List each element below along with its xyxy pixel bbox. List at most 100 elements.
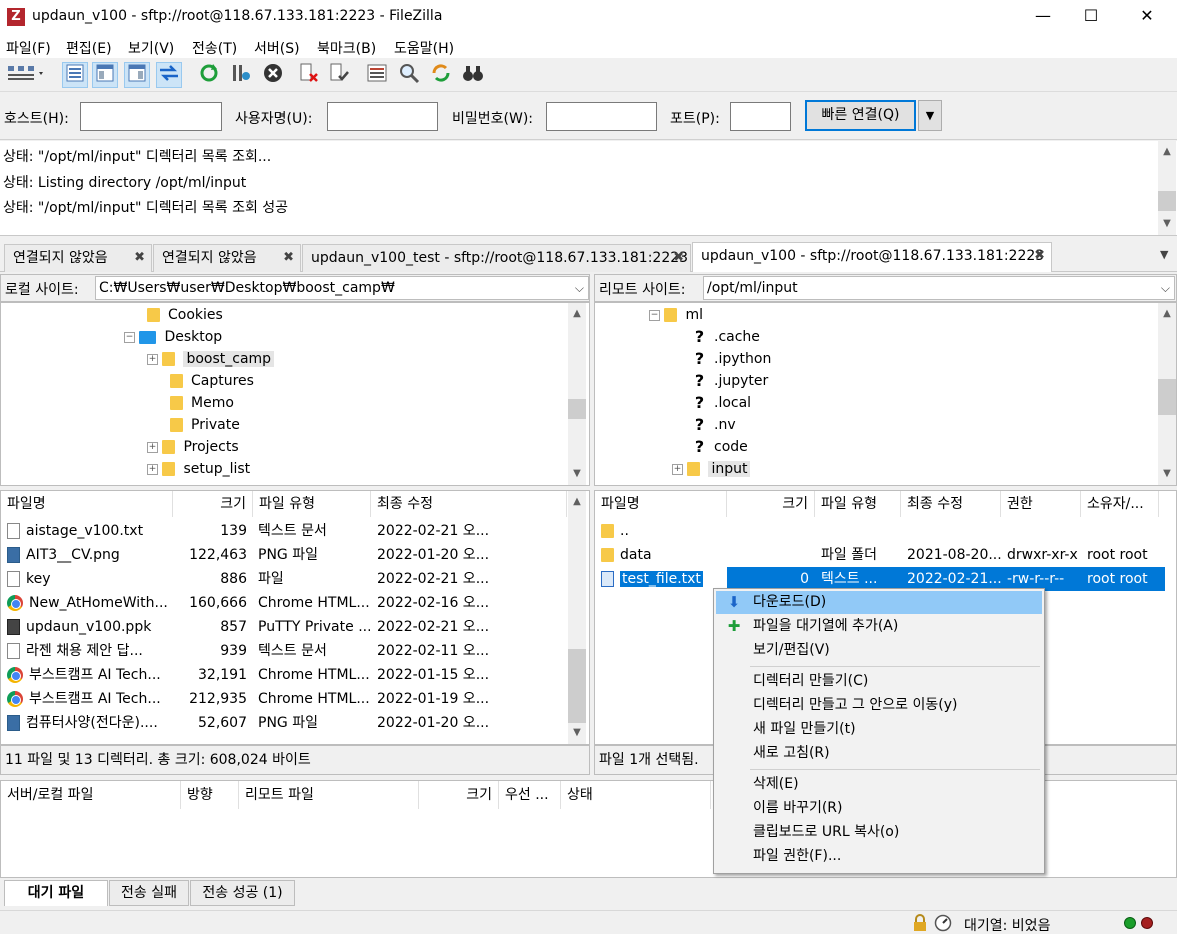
context-menu-item[interactable]: 디렉터리 만들고 그 안으로 이동(y) — [716, 694, 1042, 717]
expand-icon[interactable]: + — [672, 463, 683, 475]
close-icon[interactable]: ✖ — [673, 245, 684, 271]
directory-filter-icon[interactable] — [364, 62, 390, 88]
quickconnect-button[interactable]: 빠른 연결(Q) — [805, 100, 916, 131]
table-row[interactable]: 부스트캠프 AI Tech... 32,191 Chrome HTML... 2022… — [1, 663, 567, 687]
table-row[interactable]: 라젠 채용 제안 답... 939 텍스트 문서 2022-02-11 오... — [1, 639, 567, 663]
close-icon[interactable]: ✖ — [1034, 243, 1045, 269]
chevron-down-icon[interactable]: ⌵ — [1161, 277, 1170, 299]
disconnect-icon[interactable] — [296, 62, 322, 88]
chevron-down-icon[interactable]: ⌵ — [575, 277, 584, 299]
tree-item[interactable]: Private — [170, 414, 240, 436]
menu-server[interactable]: 서버(S) — [254, 38, 300, 58]
queue-header-status[interactable]: 상태 — [561, 781, 711, 809]
scroll-down-arrow[interactable]: ▼ — [1158, 215, 1176, 233]
table-row[interactable]: 부스트캠프 AI Tech... 212,935 Chrome HTML... 202… — [1, 687, 567, 711]
table-row[interactable]: 컴퓨터사양(전다운).... 52,607 PNG 파일 2022-01-20 오..… — [1, 711, 567, 735]
context-menu-item[interactable]: 클립보드로 URL 복사(o) — [716, 821, 1042, 844]
tree-item[interactable]: Captures — [170, 370, 254, 392]
scroll-thumb[interactable] — [568, 649, 586, 723]
cancel-icon[interactable] — [260, 62, 286, 88]
scroll-down-arrow[interactable]: ▼ — [568, 724, 586, 742]
scroll-thumb[interactable] — [568, 399, 586, 419]
tree-item[interactable]: − ml — [649, 304, 703, 326]
collapse-icon[interactable]: − — [649, 309, 660, 321]
toggle-queue-icon[interactable] — [156, 62, 182, 88]
tree-item[interactable]: ? .cache — [693, 326, 760, 348]
tab-list-dropdown-icon[interactable]: ▼ — [1160, 248, 1168, 261]
speed-limit-icon[interactable] — [934, 914, 952, 932]
column-header-type[interactable]: 파일 유형 — [253, 491, 371, 517]
menu-file[interactable]: 파일(F) — [6, 38, 51, 58]
queue-header-remote-file[interactable]: 리모트 파일 — [239, 781, 419, 809]
log-scrollbar[interactable]: ▲ ▼ — [1158, 141, 1176, 235]
column-header-permissions[interactable]: 권한 — [1001, 491, 1081, 517]
toggle-local-tree-icon[interactable] — [92, 62, 118, 88]
tab-failed-transfers[interactable]: 전송 실패 — [109, 880, 189, 906]
expand-icon[interactable]: + — [147, 441, 158, 453]
site-manager-icon[interactable] — [4, 62, 48, 88]
expand-icon[interactable]: + — [147, 463, 158, 475]
remote-tree-scrollbar[interactable]: ▲ ▼ — [1158, 303, 1176, 485]
search-icon[interactable] — [396, 62, 422, 88]
scroll-up-arrow[interactable]: ▲ — [568, 493, 586, 511]
menu-help[interactable]: 도움말(H) — [394, 38, 454, 58]
queue-header-size[interactable]: 크기 — [419, 781, 499, 809]
table-row[interactable]: updaun_v100.ppk 857 PuTTY Private ... 2022-… — [1, 615, 567, 639]
context-menu-item[interactable]: 삭제(E) — [716, 773, 1042, 796]
queue-header-priority[interactable]: 우선 ... — [499, 781, 561, 809]
tree-item[interactable]: − Desktop — [124, 326, 222, 348]
tree-item[interactable]: Cookies — [147, 304, 223, 326]
tree-item[interactable]: ? .ipython — [693, 348, 771, 370]
toggle-log-icon[interactable] — [62, 62, 88, 88]
reconnect-icon[interactable] — [326, 62, 352, 88]
column-header-name[interactable]: 파일명 — [1, 491, 173, 517]
binoculars-icon[interactable] — [460, 62, 486, 88]
column-header-type[interactable]: 파일 유형 — [815, 491, 901, 517]
column-header-modified[interactable]: 최종 수정 — [901, 491, 1001, 517]
column-header-modified[interactable]: 최종 수정 — [371, 491, 567, 517]
expand-icon[interactable]: + — [147, 353, 158, 365]
maximize-button[interactable]: ☐ — [1068, 0, 1114, 32]
host-input[interactable] — [80, 102, 222, 131]
table-row[interactable]: aistage_v100.txt 139 텍스트 문서 2022-02-21 오... — [1, 519, 567, 543]
context-menu-item[interactable]: 파일 권한(F)... — [716, 845, 1042, 868]
table-row[interactable]: AIT3__CV.png 122,463 PNG 파일 2022-01-20 오... — [1, 543, 567, 567]
tab-connection-2[interactable]: 연결되지 않았음 ✖ — [153, 244, 301, 272]
local-path-combobox[interactable]: C:₩Users₩user₩Desktop₩boost_camp₩ ⌵ — [95, 276, 589, 300]
process-queue-icon[interactable] — [228, 62, 254, 88]
tree-item[interactable]: ? .local — [693, 392, 751, 414]
queue-header-local-file[interactable]: 서버/로컬 파일 — [1, 781, 181, 809]
tree-item[interactable]: + input — [672, 458, 751, 480]
minimize-button[interactable]: — — [1020, 0, 1066, 32]
toggle-remote-tree-icon[interactable] — [124, 62, 150, 88]
password-input[interactable] — [546, 102, 657, 131]
scroll-down-arrow[interactable]: ▼ — [1158, 465, 1176, 483]
context-menu-item[interactable]: 새 파일 만들기(t) — [716, 718, 1042, 741]
menu-bookmark[interactable]: 북마크(B) — [317, 38, 376, 58]
context-menu-item[interactable]: 이름 바꾸기(R) — [716, 797, 1042, 820]
port-input[interactable] — [730, 102, 791, 131]
remote-path-combobox[interactable]: /opt/ml/input ⌵ — [703, 276, 1175, 300]
tab-connection-1[interactable]: 연결되지 않았음 ✖ — [4, 244, 152, 272]
collapse-icon[interactable]: − — [124, 331, 135, 343]
context-menu-item[interactable]: ✚ 파일을 대기열에 추가(A) — [716, 615, 1042, 638]
tree-item[interactable]: + setup_list — [147, 458, 250, 480]
scroll-up-arrow[interactable]: ▲ — [1158, 143, 1176, 161]
menu-transfer[interactable]: 전송(T) — [192, 38, 237, 58]
sync-browse-icon[interactable] — [428, 62, 454, 88]
column-header-name[interactable]: 파일명 — [595, 491, 727, 517]
column-header-owner[interactable]: 소유자/... — [1081, 491, 1159, 517]
tree-item[interactable]: ? code — [693, 436, 748, 458]
scroll-up-arrow[interactable]: ▲ — [568, 305, 586, 323]
quickconnect-dropdown-button[interactable]: ▼ — [918, 100, 942, 131]
scroll-up-arrow[interactable]: ▲ — [1158, 305, 1176, 323]
local-tree-scrollbar[interactable]: ▲ ▼ — [568, 303, 586, 485]
table-row[interactable]: New_AtHomeWith... 160,666 Chrome HTML... 20… — [1, 591, 567, 615]
close-icon[interactable]: ✖ — [134, 245, 145, 271]
table-row[interactable]: key 886 파일 2022-02-21 오... — [1, 567, 567, 591]
username-input[interactable] — [327, 102, 438, 131]
column-header-size[interactable]: 크기 — [173, 491, 253, 517]
tree-item[interactable]: + Projects — [147, 436, 239, 458]
close-button[interactable]: ✕ — [1124, 0, 1170, 32]
context-menu-item[interactable]: ⬇ 다운로드(D) — [716, 591, 1042, 614]
